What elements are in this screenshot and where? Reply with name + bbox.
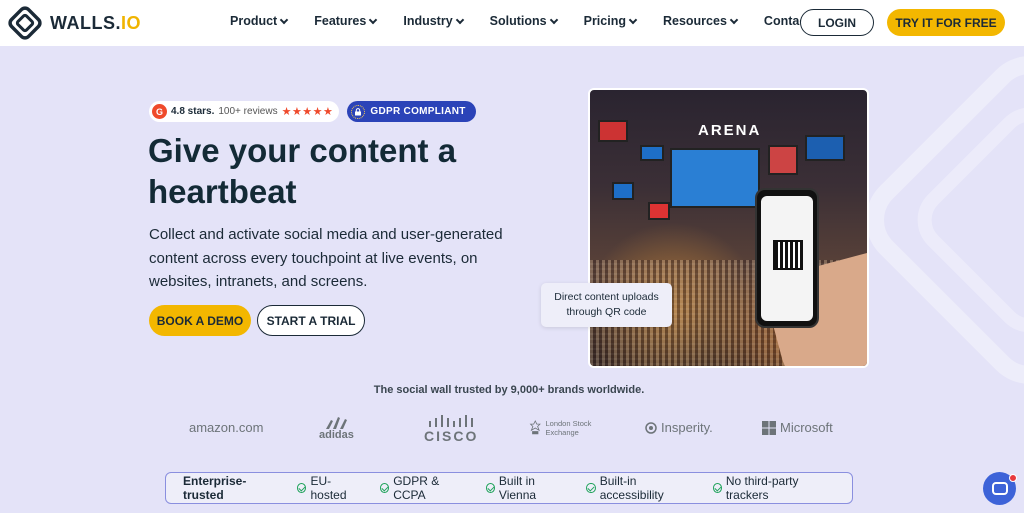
menu-item-pricing[interactable]: Pricing — [584, 14, 638, 28]
feature-accessibility: Built-in accessibility — [586, 474, 694, 502]
book-demo-button[interactable]: BOOK A DEMO — [149, 305, 251, 336]
trusted-by-heading: The social wall trusted by 9,000+ brands… — [373, 384, 645, 396]
rating-text: 4.8 stars. — [171, 106, 215, 117]
feature-eu-hosted: EU-hosted — [297, 474, 362, 502]
chevron-down-icon — [369, 15, 378, 24]
arena-main-screen — [670, 148, 760, 208]
hero-badges: G 4.8 stars. 100+ reviews ★★★★★ GDPR COM… — [149, 101, 476, 122]
microsoft-logo: Microsoft — [762, 420, 833, 435]
chevron-down-icon — [455, 15, 464, 24]
check-circle-icon — [485, 483, 495, 493]
main-menu: Product Features Industry Solutions Pric… — [230, 14, 837, 28]
adidas-logo: adidas — [319, 417, 354, 441]
arena-screen — [768, 145, 798, 175]
menu-item-solutions[interactable]: Solutions — [490, 14, 558, 28]
star-rating-icon: ★★★★★ — [281, 106, 334, 118]
feature-no-trackers: No third-party trackers — [712, 474, 834, 502]
g2-icon: G — [152, 104, 167, 119]
check-circle-icon — [297, 483, 307, 493]
chevron-down-icon — [628, 15, 638, 24]
start-trial-button[interactable]: START A TRIAL — [257, 305, 365, 336]
check-circle-icon — [379, 483, 390, 493]
feature-built-in-vienna: Built in Vienna — [485, 474, 569, 502]
phone-mockup — [755, 188, 819, 328]
top-navbar: WALLS.IO Product Features Industry Solut… — [0, 0, 1024, 46]
menu-item-features[interactable]: Features — [314, 14, 378, 28]
qr-code-icon — [773, 240, 803, 270]
london-stock-exchange-logo: London Stock Exchange — [529, 419, 609, 437]
chat-icon — [991, 482, 1008, 495]
menu-item-resources[interactable]: Resources — [663, 14, 739, 28]
arena-screen — [612, 182, 634, 200]
menu-item-industry[interactable]: Industry — [403, 14, 464, 28]
cisco-logo: CISCO — [424, 415, 478, 444]
gdpr-badge[interactable]: GDPR COMPLIANT — [347, 101, 476, 122]
phone-screen — [761, 196, 813, 321]
arena-screen — [598, 120, 628, 142]
login-button[interactable]: LOGIN — [800, 9, 874, 36]
image-caption: Direct content uploads through QR code — [541, 283, 672, 327]
brand-logos-row: amazon.com adidas CISCO London Stock Exc… — [0, 415, 1024, 447]
arena-sign: ARENA — [698, 122, 762, 139]
hero-subtext: Collect and activate social media and us… — [149, 226, 503, 290]
walls-io-logo[interactable]: WALLS.IO — [7, 5, 141, 41]
chat-notification-dot — [1009, 474, 1017, 482]
reviews-count: 100+ reviews — [218, 106, 278, 117]
enterprise-trusted-label: Enterprise-trusted — [183, 474, 247, 502]
try-free-button[interactable]: TRY IT FOR FREE — [887, 9, 1005, 36]
walls-logo-icon — [7, 5, 43, 41]
eu-lock-icon — [351, 104, 366, 119]
check-circle-icon — [586, 483, 596, 493]
feature-gdpr-ccpa: GDPR & CCPA — [379, 474, 468, 502]
amazon-logo: amazon.com — [189, 420, 264, 435]
logo-wordmark: WALLS.IO — [50, 12, 142, 33]
hero-headline: Give your content a heartbeat — [148, 132, 457, 210]
trust-features-bar: Enterprise-trusted EU-hosted GDPR & CCPA… — [165, 472, 853, 504]
g2-rating-badge[interactable]: G 4.8 stars. 100+ reviews ★★★★★ — [149, 101, 340, 122]
chevron-down-icon — [279, 15, 289, 24]
chevron-down-icon — [549, 15, 558, 24]
arena-screen — [640, 145, 664, 161]
arena-screen — [648, 202, 670, 220]
gdpr-label: GDPR COMPLIANT — [370, 106, 466, 117]
chevron-down-icon — [729, 15, 739, 24]
menu-item-product[interactable]: Product — [230, 14, 289, 28]
arena-screen — [805, 135, 845, 161]
insperity-logo: Insperity. — [645, 420, 713, 435]
check-circle-icon — [712, 483, 722, 493]
